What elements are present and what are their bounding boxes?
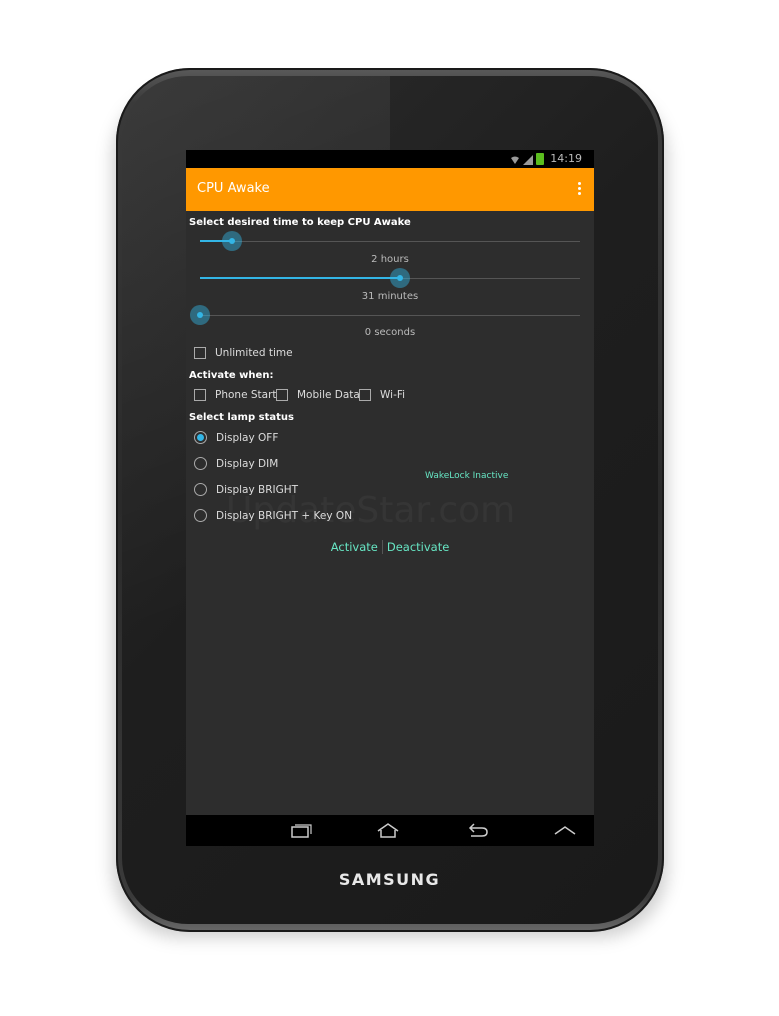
checkbox-box[interactable]	[194, 347, 206, 359]
navigation-bar	[186, 815, 594, 846]
overflow-menu-icon[interactable]	[578, 182, 582, 198]
minutes-value: 31 minutes	[361, 291, 419, 302]
battery-icon	[536, 153, 544, 165]
radio-button[interactable]	[194, 483, 207, 496]
minutes-slider-fill	[200, 277, 400, 279]
action-buttons: Activate Deactivate	[186, 540, 594, 554]
button-separator	[381, 540, 383, 554]
signal-icon	[523, 155, 533, 165]
seconds-value: 0 seconds	[364, 327, 416, 338]
wifi-icon	[511, 156, 519, 164]
hours-slider-thumb[interactable]	[221, 231, 242, 251]
up-chevron-icon[interactable]	[553, 822, 577, 838]
radio-display-dim[interactable]: Display DIM	[194, 457, 278, 470]
recent-apps-icon[interactable]	[289, 822, 313, 838]
activate-when-label: Activate when:	[189, 370, 274, 381]
seconds-slider-track[interactable]	[200, 315, 580, 316]
back-icon[interactable]	[466, 822, 490, 838]
wifi-label: Wi-Fi	[380, 389, 406, 401]
timer-label: Select desired time to keep CPU Awake	[189, 217, 411, 228]
unlimited-time-label: Unlimited time	[215, 347, 293, 359]
phone-start-label: Phone Start	[215, 389, 277, 401]
seconds-slider-thumb[interactable]	[190, 305, 210, 325]
checkbox-box[interactable]	[194, 389, 206, 401]
checkbox-box[interactable]	[276, 389, 288, 401]
deactivate-button[interactable]: Deactivate	[387, 540, 449, 554]
phone-start-checkbox[interactable]: Phone Start	[194, 389, 277, 401]
home-icon[interactable]	[376, 822, 400, 838]
hours-value: 2 hours	[371, 254, 409, 265]
radio-button-selected[interactable]	[194, 431, 207, 444]
checkbox-box[interactable]	[359, 389, 371, 401]
wifi-checkbox[interactable]: Wi-Fi	[359, 389, 405, 401]
device-screen: 14:19 CPU Awake Select desired time to k…	[186, 150, 594, 846]
activate-button[interactable]: Activate	[331, 540, 378, 554]
unlimited-time-checkbox[interactable]: Unlimited time	[194, 347, 293, 359]
mobile-data-checkbox[interactable]: Mobile Data	[276, 389, 360, 401]
display-off-label: Display OFF	[216, 431, 279, 444]
radio-display-off[interactable]: Display OFF	[194, 431, 278, 444]
status-icons	[510, 153, 544, 165]
hours-slider-track[interactable]	[200, 241, 580, 242]
status-bar: 14:19	[186, 150, 594, 168]
device-brand-logo: SAMSUNG	[338, 870, 441, 889]
status-time: 14:19	[550, 152, 582, 165]
display-dim-label: Display DIM	[216, 457, 279, 470]
radio-button[interactable]	[194, 457, 207, 470]
app-title: CPU Awake	[197, 181, 270, 196]
lamp-status-label: Select lamp status	[189, 412, 294, 423]
watermark: UpdateStar.com	[226, 490, 515, 531]
action-bar: CPU Awake	[186, 168, 594, 211]
mobile-data-label: Mobile Data	[297, 389, 360, 401]
minutes-slider-thumb[interactable]	[389, 268, 410, 288]
radio-button[interactable]	[194, 509, 207, 522]
wakelock-status: WakeLock Inactive	[425, 471, 509, 481]
